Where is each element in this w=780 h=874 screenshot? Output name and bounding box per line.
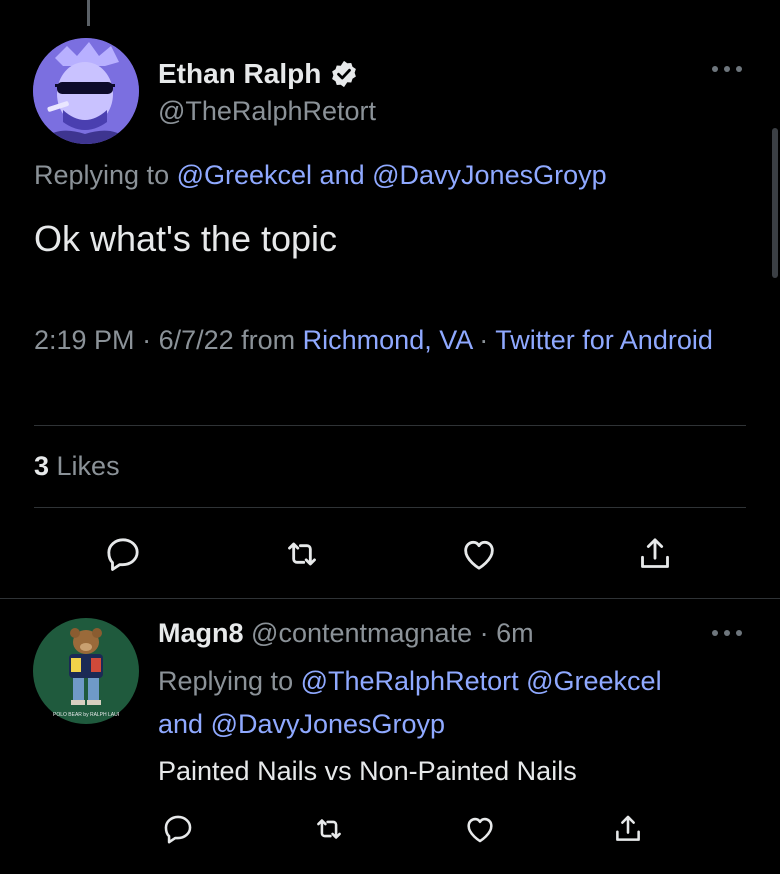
- reply-icon: [164, 815, 192, 844]
- mention-link[interactable]: @DavyJonesGroyp: [211, 709, 446, 739]
- location-link[interactable]: Richmond, VA: [303, 325, 472, 355]
- share-button[interactable]: [606, 807, 650, 851]
- thread-connector-line: [87, 0, 90, 26]
- reply-separator: ·: [472, 618, 497, 648]
- tweet-text: Ok what's the topic: [34, 218, 338, 259]
- reply-text: Painted Nails vs Non-Painted Nails: [158, 756, 577, 786]
- avatar-caption: POLO BEAR by RALPH LAUREN: [53, 712, 119, 718]
- author-name-text[interactable]: Ethan Ralph: [158, 58, 321, 90]
- mention-link[interactable]: @Greekcel: [177, 160, 312, 190]
- likes-count[interactable]: 3 Likes: [34, 451, 120, 482]
- avatar[interactable]: [33, 38, 139, 144]
- likes-label[interactable]: Likes: [49, 451, 120, 481]
- author-handle[interactable]: @TheRalphRetort: [158, 96, 376, 127]
- replying-to: Replying to @Greekcel and @DavyJonesGroy…: [34, 160, 607, 191]
- divider: [34, 507, 746, 508]
- replying-joiner[interactable]: and: [158, 709, 211, 739]
- tweet-date[interactable]: 6/7/22: [159, 325, 234, 355]
- meta-separator: ·: [471, 325, 496, 355]
- divider: [0, 598, 780, 599]
- like-button[interactable]: [457, 532, 501, 576]
- retweet-icon: [288, 542, 316, 566]
- more-icon[interactable]: [710, 628, 744, 638]
- retweet-button[interactable]: [280, 532, 324, 576]
- share-icon: [641, 538, 669, 568]
- reply-age[interactable]: 6m: [496, 618, 534, 648]
- replying-joiner[interactable]: and: [312, 160, 372, 190]
- reply-author-name[interactable]: Magn8: [158, 618, 244, 648]
- divider: [34, 425, 746, 426]
- reply-avatar[interactable]: [33, 618, 139, 724]
- reply-button[interactable]: [101, 532, 145, 576]
- reply-replying-to: Replying to @TheRalphRetort @Greekcel and…: [158, 660, 738, 746]
- like-icon: [464, 540, 494, 570]
- like-icon: [467, 817, 493, 843]
- author-name[interactable]: Ethan Ralph: [158, 58, 359, 90]
- mention-link[interactable]: @Greekcel: [526, 666, 661, 696]
- retweet-button[interactable]: [307, 807, 351, 851]
- reply-button[interactable]: [156, 807, 200, 851]
- replying-prefix: Replying to: [158, 666, 301, 696]
- replying-prefix: Replying to: [34, 160, 177, 190]
- meta-separator: ·: [134, 325, 159, 355]
- share-button[interactable]: [633, 532, 677, 576]
- reply-author-handle[interactable]: @contentmagnate: [251, 618, 472, 648]
- tweet-metadata: 2:19 PM · 6/7/22 from Richmond, VA · Twi…: [34, 320, 734, 361]
- from-label: from: [233, 325, 303, 355]
- like-button[interactable]: [458, 807, 502, 851]
- reply-icon: [107, 538, 139, 571]
- mention-link[interactable]: @DavyJonesGroyp: [372, 160, 607, 190]
- mention-link[interactable]: @TheRalphRetort: [301, 666, 519, 696]
- tweet-time[interactable]: 2:19 PM: [34, 325, 135, 355]
- reply-header: Magn8 @contentmagnate · 6m: [158, 618, 534, 649]
- share-icon: [616, 815, 640, 841]
- more-icon[interactable]: [710, 64, 744, 74]
- verified-badge-icon: [332, 60, 357, 88]
- likes-number[interactable]: 3: [34, 451, 49, 481]
- client-link[interactable]: Twitter for Android: [495, 325, 713, 355]
- scrollbar-thumb[interactable]: [772, 128, 778, 278]
- retweet-icon: [317, 819, 341, 839]
